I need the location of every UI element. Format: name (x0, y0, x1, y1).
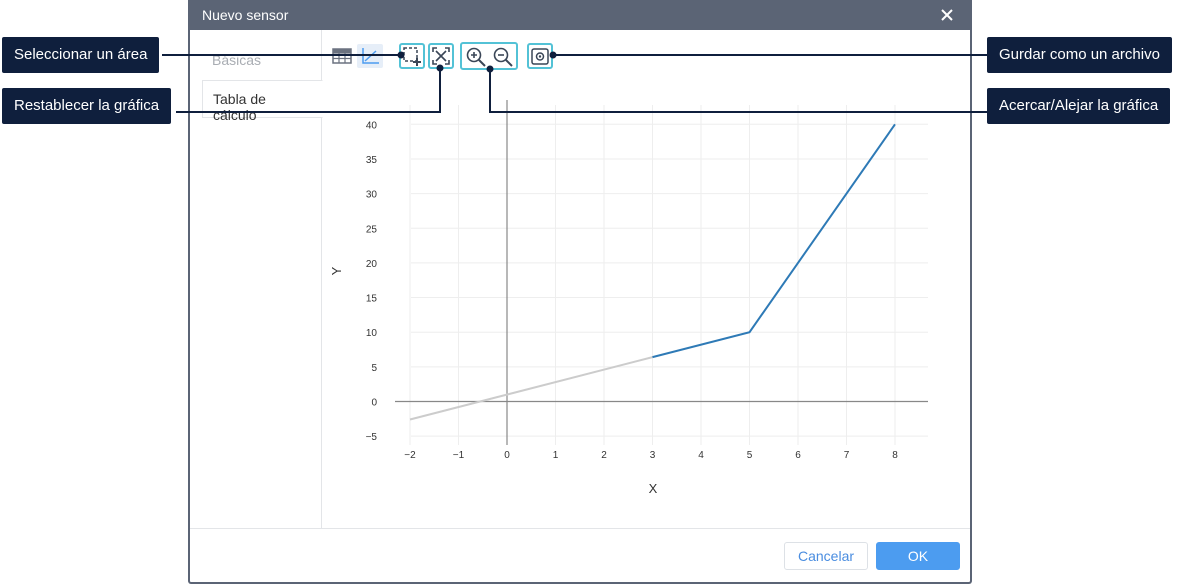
callout-reset-chart: Restablecer la gráfica (2, 88, 172, 124)
callout-select-area: Seleccionar un área (2, 37, 160, 73)
callout-save-file: Gurdar como un archivo (987, 37, 1172, 73)
callout-zoom: Acercar/Alejar la gráfica (987, 88, 1171, 124)
